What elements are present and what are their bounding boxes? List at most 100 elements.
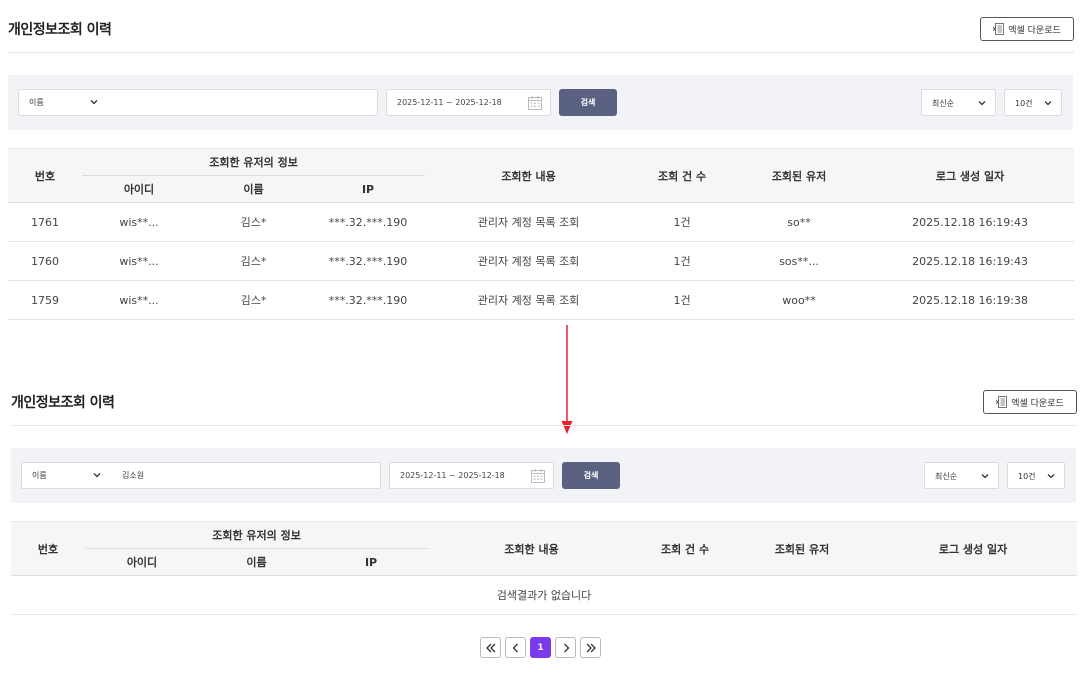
column-header-id: 아이디	[85, 548, 199, 576]
column-header-name: 이름	[196, 175, 311, 203]
first-page-button[interactable]	[480, 637, 501, 658]
chevron-down-icon	[90, 100, 98, 105]
column-header-no: 번호	[11, 521, 85, 576]
panel-header: 개인정보조회 이력 엑셀 다운로드	[11, 373, 1077, 426]
pagination: 1	[480, 637, 601, 658]
chevron-down-icon	[93, 473, 101, 478]
column-header-ip: IP	[311, 175, 426, 203]
excel-download-label: 엑셀 다운로드	[1008, 25, 1061, 36]
page-size-value: 10건	[1015, 99, 1033, 108]
double-chevron-right-icon	[586, 643, 596, 652]
column-header-count: 조회 건 수	[632, 148, 733, 203]
cell-name: 김스*	[196, 280, 311, 320]
empty-row: 검색결과가 없습니다	[11, 575, 1078, 615]
cell-ip: ***.32.***.190	[311, 280, 426, 320]
column-group-viewer-info: 조회한 유저의 정보	[85, 521, 429, 549]
page-title: 개인정보조회 이력	[8, 22, 112, 38]
date-range-picker[interactable]: 2025-12-11 ~ 2025-12-18	[389, 462, 554, 489]
chevron-down-icon	[1044, 101, 1052, 106]
table-row: 1760 wis**... 김스* ***.32.***.190 관리자 계정 …	[8, 241, 1075, 281]
column-header-count: 조회 건 수	[635, 521, 736, 576]
table-row: 1761 wis**... 김스* ***.32.***.190 관리자 계정 …	[8, 202, 1075, 242]
column-header-date: 로그 생성 일자	[866, 148, 1075, 203]
chevron-right-icon	[563, 643, 569, 652]
keyword-search-field[interactable]: 이름 김소원	[21, 462, 381, 489]
column-header-content: 조회한 내용	[428, 521, 636, 576]
chevron-down-icon	[1047, 474, 1055, 479]
excel-download-button[interactable]: 엑셀 다운로드	[983, 390, 1077, 414]
column-header-name: 이름	[199, 548, 314, 576]
empty-message: 검색결과가 없습니다	[11, 575, 1078, 615]
table-row: 1759 wis**... 김스* ***.32.***.190 관리자 계정 …	[8, 280, 1075, 320]
column-header-content: 조회한 내용	[425, 148, 633, 203]
page-size-select[interactable]: 10건	[1007, 462, 1065, 489]
next-page-button[interactable]	[555, 637, 576, 658]
cell-content: 관리자 계정 목록 조회	[425, 280, 633, 320]
sort-value: 최신순	[935, 472, 958, 481]
keyword-search-field[interactable]: 이름	[18, 89, 378, 116]
keyword-type-select[interactable]: 이름	[29, 97, 44, 108]
column-header-no: 번호	[8, 148, 82, 203]
date-range-picker[interactable]: 2025-12-11 ~ 2025-12-18	[386, 89, 551, 116]
page-size-select[interactable]: 10건	[1004, 89, 1062, 116]
cell-id: wis**...	[82, 280, 196, 320]
chevron-left-icon	[512, 643, 518, 652]
excel-icon	[993, 23, 1005, 35]
cell-content: 관리자 계정 목록 조회	[425, 202, 633, 242]
cell-name: 김스*	[196, 241, 311, 281]
cell-count: 1건	[632, 202, 733, 242]
history-panel-before: 개인정보조회 이력 엑셀 다운로드 이름 2025-12-11 ~ 2025-1…	[8, 0, 1075, 320]
date-range-value: 2025-12-11 ~ 2025-12-18	[397, 98, 502, 107]
sort-value: 최신순	[932, 99, 955, 108]
excel-icon	[996, 396, 1008, 408]
sort-select[interactable]: 최신순	[921, 89, 996, 116]
cell-no: 1759	[8, 280, 82, 320]
last-page-button[interactable]	[580, 637, 601, 658]
cell-target: sos**...	[732, 241, 867, 281]
history-table: 번호 조회한 유저의 정보 조회한 내용 조회 건 수 조회된 유저 로그 생성…	[11, 521, 1078, 615]
cell-target: so**	[732, 202, 867, 242]
cell-no: 1760	[8, 241, 82, 281]
cell-ip: ***.32.***.190	[311, 241, 426, 281]
calendar-icon[interactable]	[527, 95, 543, 111]
panel-header: 개인정보조회 이력 엑셀 다운로드	[8, 0, 1074, 53]
cell-id: wis**...	[82, 241, 196, 281]
chevron-down-icon	[978, 101, 986, 106]
cell-target: woo**	[732, 280, 867, 320]
cell-content: 관리자 계정 목록 조회	[425, 241, 633, 281]
sort-select[interactable]: 최신순	[924, 462, 999, 489]
cell-date: 2025.12.18 16:19:43	[866, 202, 1075, 242]
column-header-ip: IP	[314, 548, 429, 576]
page-title: 개인정보조회 이력	[11, 395, 115, 411]
column-header-target: 조회된 유저	[735, 521, 870, 576]
column-header-target: 조회된 유저	[732, 148, 867, 203]
excel-download-label: 엑셀 다운로드	[1011, 398, 1064, 409]
prev-page-button[interactable]	[505, 637, 526, 658]
column-header-date: 로그 생성 일자	[869, 521, 1078, 576]
search-button[interactable]: 검색	[562, 462, 620, 489]
column-header-id: 아이디	[82, 175, 196, 203]
excel-download-button[interactable]: 엑셀 다운로드	[980, 17, 1074, 41]
page-button-current[interactable]: 1	[530, 637, 551, 658]
calendar-icon[interactable]	[530, 468, 546, 484]
keyword-input[interactable]: 김소원	[122, 470, 144, 481]
double-chevron-left-icon	[485, 643, 495, 652]
cell-no: 1761	[8, 202, 82, 242]
cell-count: 1건	[632, 280, 733, 320]
cell-date: 2025.12.18 16:19:38	[866, 280, 1075, 320]
search-button[interactable]: 검색	[559, 89, 617, 116]
column-group-viewer-info: 조회한 유저의 정보	[82, 148, 426, 176]
cell-count: 1건	[632, 241, 733, 281]
cell-date: 2025.12.18 16:19:43	[866, 241, 1075, 281]
cell-ip: ***.32.***.190	[311, 202, 426, 242]
page-size-value: 10건	[1018, 472, 1036, 481]
history-table: 번호 조회한 유저의 정보 조회한 내용 조회 건 수 조회된 유저 로그 생성…	[8, 148, 1075, 320]
cell-name: 김스*	[196, 202, 311, 242]
search-bar: 이름 2025-12-11 ~ 2025-12-18 검색 최신순 10건	[8, 75, 1073, 130]
cell-id: wis**...	[82, 202, 196, 242]
chevron-down-icon	[981, 474, 989, 479]
keyword-type-select[interactable]: 이름	[32, 470, 47, 481]
history-panel-after: 개인정보조회 이력 엑셀 다운로드 이름 김소원 2025-12-11 ~ 20…	[11, 373, 1078, 615]
date-range-value: 2025-12-11 ~ 2025-12-18	[400, 471, 505, 480]
search-bar: 이름 김소원 2025-12-11 ~ 2025-12-18 검색 최신순 10…	[11, 448, 1076, 503]
